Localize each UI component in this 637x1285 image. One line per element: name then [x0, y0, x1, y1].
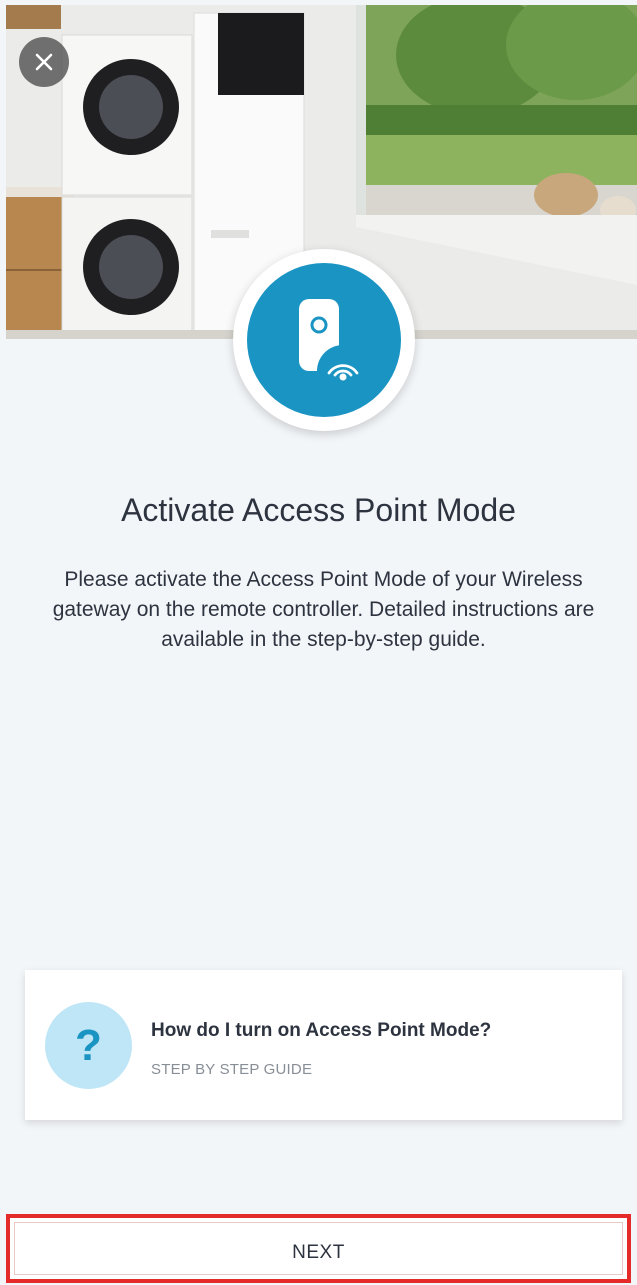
- page-title: Activate Access Point Mode: [121, 492, 516, 528]
- device-wifi-icon: [299, 299, 369, 397]
- question-mark-icon: ?: [45, 1002, 132, 1089]
- next-button-label: NEXT: [14, 1222, 623, 1275]
- close-icon: [35, 53, 53, 71]
- next-button[interactable]: NEXT: [6, 1214, 631, 1283]
- step-by-step-guide-card[interactable]: ? How do I turn on Access Point Mode? ST…: [25, 970, 622, 1120]
- device-badge-circle: [247, 263, 401, 417]
- guide-title: How do I turn on Access Point Mode?: [151, 1020, 492, 1041]
- guide-subtitle: STEP BY STEP GUIDE: [151, 1061, 313, 1078]
- device-badge: [233, 249, 415, 431]
- close-button[interactable]: [19, 37, 69, 87]
- page-description: Please activate the Access Point Mode of…: [52, 568, 595, 651]
